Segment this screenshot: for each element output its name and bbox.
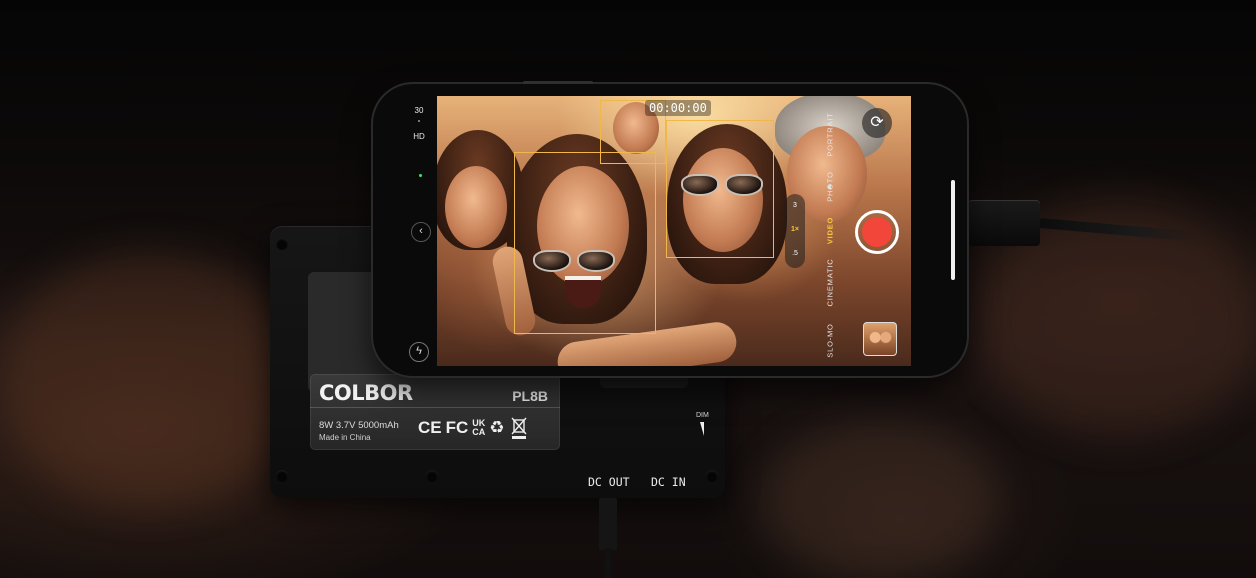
zoom-option-1x[interactable]: 1× bbox=[785, 226, 805, 233]
spec-label: COLBOR PL8B 8W 3.7V 5000mAh Made in Chin… bbox=[310, 374, 560, 450]
side-button bbox=[523, 81, 593, 84]
mode-slo-mo[interactable]: SLO-MO bbox=[826, 300, 835, 367]
camera-flip-icon[interactable]: ⟳ bbox=[862, 108, 892, 138]
screw bbox=[426, 470, 438, 482]
ce-mark: CE bbox=[418, 418, 442, 437]
frame-rate-toggle[interactable]: 30 bbox=[403, 106, 435, 115]
divider bbox=[310, 407, 560, 408]
weee-bin-icon bbox=[511, 417, 527, 439]
brand-logo: COLBOR bbox=[319, 381, 413, 405]
usb-c-cable-plug bbox=[968, 200, 1040, 246]
power-spec: 8W 3.7V 5000mAh bbox=[319, 420, 399, 431]
record-timer: 00:00:00 bbox=[645, 100, 711, 116]
usb-c-cable-bottom bbox=[591, 498, 625, 578]
zoom-option-3[interactable]: 3 bbox=[785, 202, 805, 209]
separator-dot bbox=[418, 120, 420, 122]
cable-plug bbox=[599, 498, 617, 550]
record-button-core bbox=[862, 217, 892, 247]
home-indicator[interactable] bbox=[951, 180, 955, 280]
model-number: PL8B bbox=[512, 388, 548, 404]
background-crowd bbox=[760, 420, 1000, 578]
ukca-mark: UK CA bbox=[472, 419, 485, 437]
background-crowd bbox=[0, 250, 300, 510]
dc-out-label: DC OUT bbox=[588, 475, 630, 489]
gallery-thumbnail[interactable] bbox=[863, 322, 897, 356]
zoom-option-half[interactable]: .5 bbox=[785, 250, 805, 257]
record-button[interactable] bbox=[855, 210, 899, 254]
face-detect-box bbox=[514, 152, 656, 334]
recycle-icon: ♻ bbox=[489, 418, 505, 437]
dim-label: DIM bbox=[696, 412, 709, 419]
ukca-bottom: CA bbox=[472, 427, 486, 437]
screw bbox=[276, 238, 288, 250]
dim-wedge-icon[interactable] bbox=[700, 422, 704, 436]
dc-in-label: DC IN bbox=[651, 475, 686, 489]
phone-clip bbox=[600, 374, 688, 388]
camera-mode-strip[interactable]: PORTRAIT PHOTO VIDEO CINEMATIC SLO-MO bbox=[819, 96, 841, 366]
chevron-left-icon[interactable]: ‹ bbox=[411, 222, 431, 242]
flash-off-icon[interactable]: ϟ bbox=[409, 342, 429, 362]
fc-mark: FC bbox=[445, 418, 469, 437]
face-detect-box bbox=[666, 120, 774, 258]
screw bbox=[706, 470, 718, 482]
person-left-face bbox=[445, 166, 507, 248]
screw bbox=[276, 470, 288, 482]
camera-indicator-dot bbox=[419, 174, 422, 177]
cable-wire bbox=[605, 548, 611, 578]
resolution-toggle[interactable]: HD bbox=[403, 132, 435, 141]
origin-text: Made in China bbox=[319, 433, 371, 442]
certification-marks: CE FC UK CA ♻ bbox=[418, 416, 529, 440]
product-scene: COLBOR PL8B 8W 3.7V 5000mAh Made in Chin… bbox=[0, 0, 1256, 578]
camera-viewfinder[interactable]: 00:00:00 ⟳ 3 1× .5 PORTRAIT PHOTO VIDEO … bbox=[437, 96, 911, 366]
zoom-selector[interactable]: 3 1× .5 bbox=[785, 194, 805, 268]
smartphone: 30 HD ‹ ϟ 00:00:00 ⟳ 3 1× .5 PORTRAIT PH… bbox=[373, 81, 967, 376]
